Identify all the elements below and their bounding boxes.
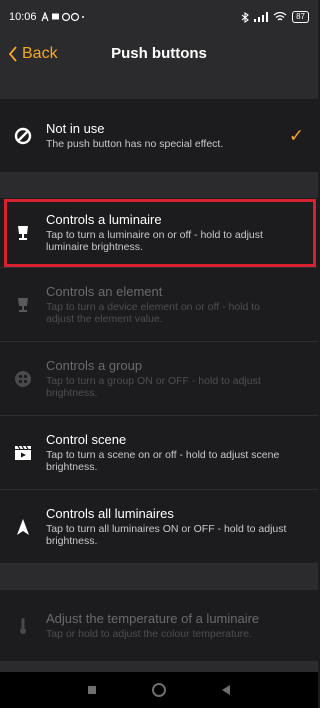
option-title: Controls a group [46,357,143,373]
system-nav-bar [0,672,318,708]
option-title: Controls an element [46,283,163,299]
option-description: Tap to turn a group ON or OFF - hold to … [46,374,261,400]
cone-icon [17,518,29,535]
checkmark-icon: ✓ [288,125,304,145]
no-entry-icon [14,127,32,144]
recents-button[interactable] [88,686,96,694]
home-button[interactable] [152,683,166,697]
notification-icons [40,12,84,22]
back-label: Back [22,45,58,62]
section-divider [0,74,318,99]
option-controls-all-luminaires[interactable]: Controls all luminaires Tap to turn all … [0,490,318,564]
clapperboard-icon [15,445,31,460]
option-title: Adjust the temperature of a luminaire [46,610,260,626]
option-description: Tap to turn a scene on or off - hold to … [46,448,280,474]
option-controls-group[interactable]: Controls a group Tap to turn a group ON … [0,342,318,416]
thermometer-icon [20,617,26,634]
option-description: Tap to turn all luminaires ON or OFF - h… [46,522,287,548]
option-title: Control scene [46,431,127,447]
bluetooth-icon [241,11,250,23]
chevron-left-icon [8,46,17,62]
nav-bar: Back Push buttons [0,34,318,74]
option-title: Controls all luminaires [46,505,174,521]
option-not-in-use[interactable]: Not in use The push button has no specia… [0,99,318,173]
option-description: Tap or hold to adjust the colour tempera… [46,627,253,640]
lamp-icon [18,225,28,240]
system-back-button[interactable] [222,685,230,695]
section-divider [0,173,318,198]
wifi-icon [273,12,287,21]
option-controls-element[interactable]: Controls an element Tap to turn a device… [0,268,318,342]
option-control-scene[interactable]: Control scene Tap to turn a scene on or … [0,416,318,490]
option-description: Tap to turn a luminaire on or off - hold… [46,228,263,254]
battery-icon: 87 [292,11,309,23]
option-title: Not in use [46,120,105,136]
group-icon [15,370,31,387]
option-adjust-temperature[interactable]: Adjust the temperature of a luminaire Ta… [0,590,318,662]
option-title: Controls a luminaire [46,211,162,227]
status-bar: 10:06 87 [0,0,318,34]
back-button[interactable]: Back [8,34,58,74]
section-divider [0,564,318,590]
option-controls-luminaire[interactable]: Controls a luminaire Tap to turn a lumin… [0,198,318,268]
section-divider [0,662,318,672]
option-description: Tap to turn a device element on or off -… [46,300,261,326]
status-time: 10:06 [9,11,37,23]
option-description: The push button has no special effect. [46,137,224,150]
signal-icon [254,12,269,22]
lamp-icon [18,297,28,312]
